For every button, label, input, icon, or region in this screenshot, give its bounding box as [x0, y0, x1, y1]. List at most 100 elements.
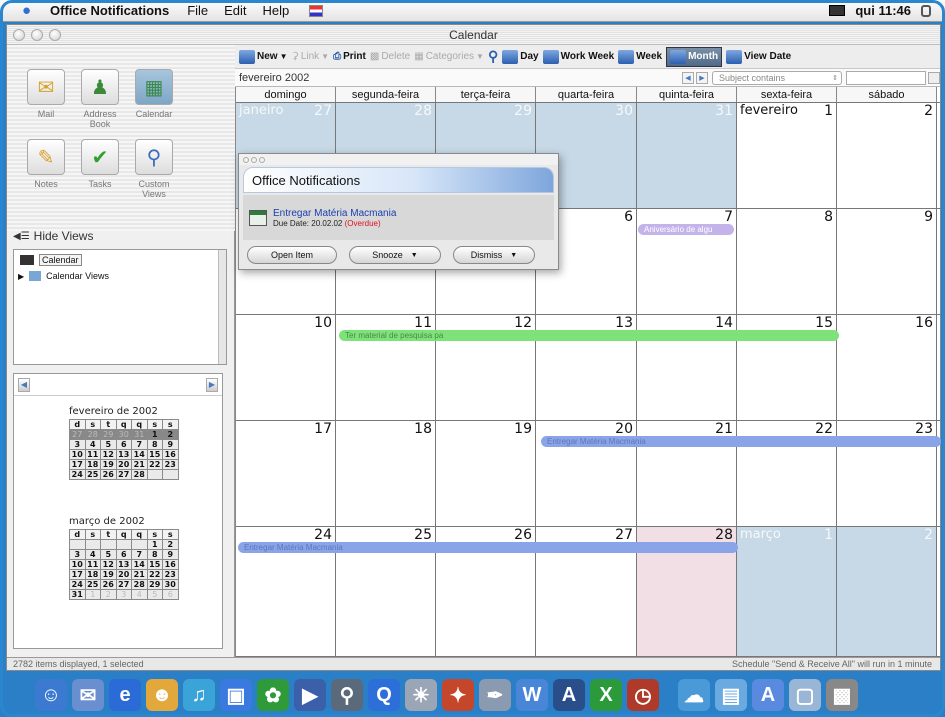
- mini-calendar-day[interactable]: 3: [69, 439, 86, 450]
- search-mode-select[interactable]: Subject contains ⇕: [712, 70, 842, 85]
- mini-calendar-day[interactable]: 19: [100, 459, 117, 470]
- mini-calendar-day[interactable]: 18: [84, 459, 101, 470]
- mini-calendar-day[interactable]: 6: [115, 549, 132, 560]
- mini-calendar-day[interactable]: 14: [131, 449, 148, 460]
- mini-calendar-day[interactable]: 1: [84, 589, 101, 600]
- hide-views-toggle[interactable]: ◀☰ Hide Views: [13, 229, 93, 243]
- mini-calendar-day[interactable]: 5: [100, 439, 117, 450]
- mini-calendar-next-icon[interactable]: ▶: [206, 377, 218, 392]
- mini-calendar-day[interactable]: 5: [100, 549, 117, 560]
- event-entregar-materia-cont[interactable]: Entregar Matéria Macmania: [238, 542, 738, 553]
- pen-tool-icon[interactable]: ✒: [479, 679, 511, 711]
- new-button[interactable]: New ▼: [239, 49, 287, 64]
- mini-calendar-day[interactable]: 27: [115, 469, 132, 480]
- mini-calendar-day[interactable]: 27: [69, 429, 86, 440]
- mini-calendar-day[interactable]: 16: [162, 559, 179, 570]
- ichat-icon[interactable]: ☻: [146, 679, 178, 711]
- script-icon[interactable]: [921, 4, 931, 17]
- clear-search-icon[interactable]: [928, 71, 940, 84]
- mini-calendar-day[interactable]: 13: [115, 449, 132, 460]
- excel-icon[interactable]: X: [590, 679, 622, 711]
- mini-calendar-day[interactable]: 23: [162, 459, 179, 470]
- event-aniversario[interactable]: Aniversário de algu: [638, 224, 734, 235]
- mini-calendar-day[interactable]: [84, 539, 101, 550]
- categories-button[interactable]: ▦ Categories ▼: [414, 51, 484, 62]
- mini-calendar-day[interactable]: 11: [84, 559, 101, 570]
- iphoto-icon[interactable]: ▣: [220, 679, 252, 711]
- day-cell[interactable]: 16: [837, 315, 937, 420]
- menu-file[interactable]: File: [187, 3, 208, 18]
- notification-minimize-button[interactable]: [251, 156, 257, 163]
- documents-folder-icon[interactable]: ▤: [715, 679, 747, 711]
- dismiss-button[interactable]: Dismiss ▼: [453, 246, 535, 264]
- menu-edit[interactable]: Edit: [224, 3, 246, 18]
- month-view-button[interactable]: Month: [666, 46, 723, 67]
- mini-calendar-feb-table[interactable]: d s t q q s s 27 28 29 30 31 1 2 3 4 5 6 7 8 9 10 11 12 13 14 15 16…: [69, 419, 179, 480]
- snooze-button[interactable]: Snooze ▼: [349, 246, 441, 264]
- mini-calendar-day[interactable]: 1: [146, 429, 163, 440]
- applications-folder-icon[interactable]: A: [752, 679, 784, 711]
- quicktime-icon[interactable]: Q: [368, 679, 400, 711]
- mini-calendar-day[interactable]: 21: [131, 569, 148, 580]
- trash-dock-icon[interactable]: ▩: [826, 679, 858, 711]
- day-cell[interactable]: 31: [637, 103, 737, 208]
- itunes-icon[interactable]: ♫: [183, 679, 215, 711]
- open-item-button[interactable]: Open Item: [247, 246, 337, 264]
- day-cell[interactable]: 2: [837, 527, 937, 656]
- mini-calendar-day[interactable]: 9: [162, 549, 179, 560]
- entourage-icon[interactable]: ✿: [257, 679, 289, 711]
- mini-calendar-day[interactable]: [115, 539, 132, 550]
- mini-calendar-day[interactable]: 12: [100, 559, 117, 570]
- menu-clock[interactable]: qui 11:46: [855, 3, 911, 18]
- word-icon[interactable]: W: [516, 679, 548, 711]
- mini-calendar-day[interactable]: 19: [100, 569, 117, 580]
- finder-icon[interactable]: ☺: [35, 679, 67, 711]
- tree-item-calendar-views[interactable]: ▶ Calendar Views: [14, 268, 226, 284]
- mini-calendar-day[interactable]: 22: [146, 569, 163, 580]
- mini-calendar-day[interactable]: 4: [84, 439, 101, 450]
- mini-calendar-day[interactable]: 24: [69, 579, 86, 590]
- mini-calendar-day[interactable]: 28: [84, 429, 101, 440]
- mini-calendar-day[interactable]: 23: [162, 569, 179, 580]
- mini-calendar-day[interactable]: 5: [146, 589, 163, 600]
- next-month-icon[interactable]: ▶: [696, 71, 708, 84]
- mini-calendar-day[interactable]: 29: [146, 579, 163, 590]
- notification-close-button[interactable]: [243, 156, 249, 163]
- mini-calendar-day[interactable]: 4: [131, 589, 148, 600]
- mini-calendar-day[interactable]: 12: [100, 449, 117, 460]
- mini-calendar-day[interactable]: 21: [131, 459, 148, 470]
- day-cell[interactable]: 10: [236, 315, 336, 420]
- work-week-view-button[interactable]: Work Week: [542, 49, 614, 64]
- mini-calendar-day[interactable]: 27: [115, 579, 132, 590]
- event-material-pesquisa[interactable]: Ter material de pesquisa pa: [339, 330, 839, 341]
- mail-view-button[interactable]: ✉ Mail: [19, 69, 73, 119]
- internet-explorer-icon[interactable]: e: [109, 679, 141, 711]
- mini-calendar-day[interactable]: 15: [146, 449, 163, 460]
- day-cell[interactable]: março 1: [737, 527, 837, 656]
- day-cell[interactable]: 8: [737, 209, 837, 314]
- mini-calendar-day[interactable]: 30: [115, 429, 132, 440]
- notification-zoom-button[interactable]: [259, 156, 265, 163]
- mini-calendar-day[interactable]: 30: [162, 579, 179, 590]
- mini-calendar-day[interactable]: [131, 539, 148, 550]
- mini-calendar-day[interactable]: 31: [131, 429, 148, 440]
- mini-calendar-day[interactable]: 10: [69, 559, 86, 570]
- week-view-button[interactable]: Week: [618, 49, 662, 64]
- mini-calendar-day[interactable]: 17: [69, 459, 86, 470]
- event-entregar-materia[interactable]: Entregar Matéria Macmania: [541, 436, 941, 447]
- mini-calendar-day[interactable]: 28: [131, 469, 148, 480]
- mini-calendar-day[interactable]: 2: [100, 589, 117, 600]
- mini-calendar-day[interactable]: 16: [162, 449, 179, 460]
- imovie-icon[interactable]: ▶: [294, 679, 326, 711]
- address-book-view-button[interactable]: ♟ Address Book: [73, 69, 127, 129]
- mini-calendar-day[interactable]: 24: [69, 469, 86, 480]
- day-cell[interactable]: fevereiro 1: [737, 103, 837, 208]
- mini-calendar-day[interactable]: 6: [162, 589, 179, 600]
- mini-calendar-day[interactable]: 26: [100, 469, 117, 480]
- prev-month-icon[interactable]: ◀: [682, 71, 694, 84]
- mini-calendar-prev-icon[interactable]: ◀: [18, 377, 30, 392]
- day-cell[interactable]: 2: [837, 103, 937, 208]
- find-button[interactable]: ⚲: [488, 48, 498, 65]
- mini-calendar-day[interactable]: 20: [115, 569, 132, 580]
- mini-calendar-day[interactable]: 22: [146, 459, 163, 470]
